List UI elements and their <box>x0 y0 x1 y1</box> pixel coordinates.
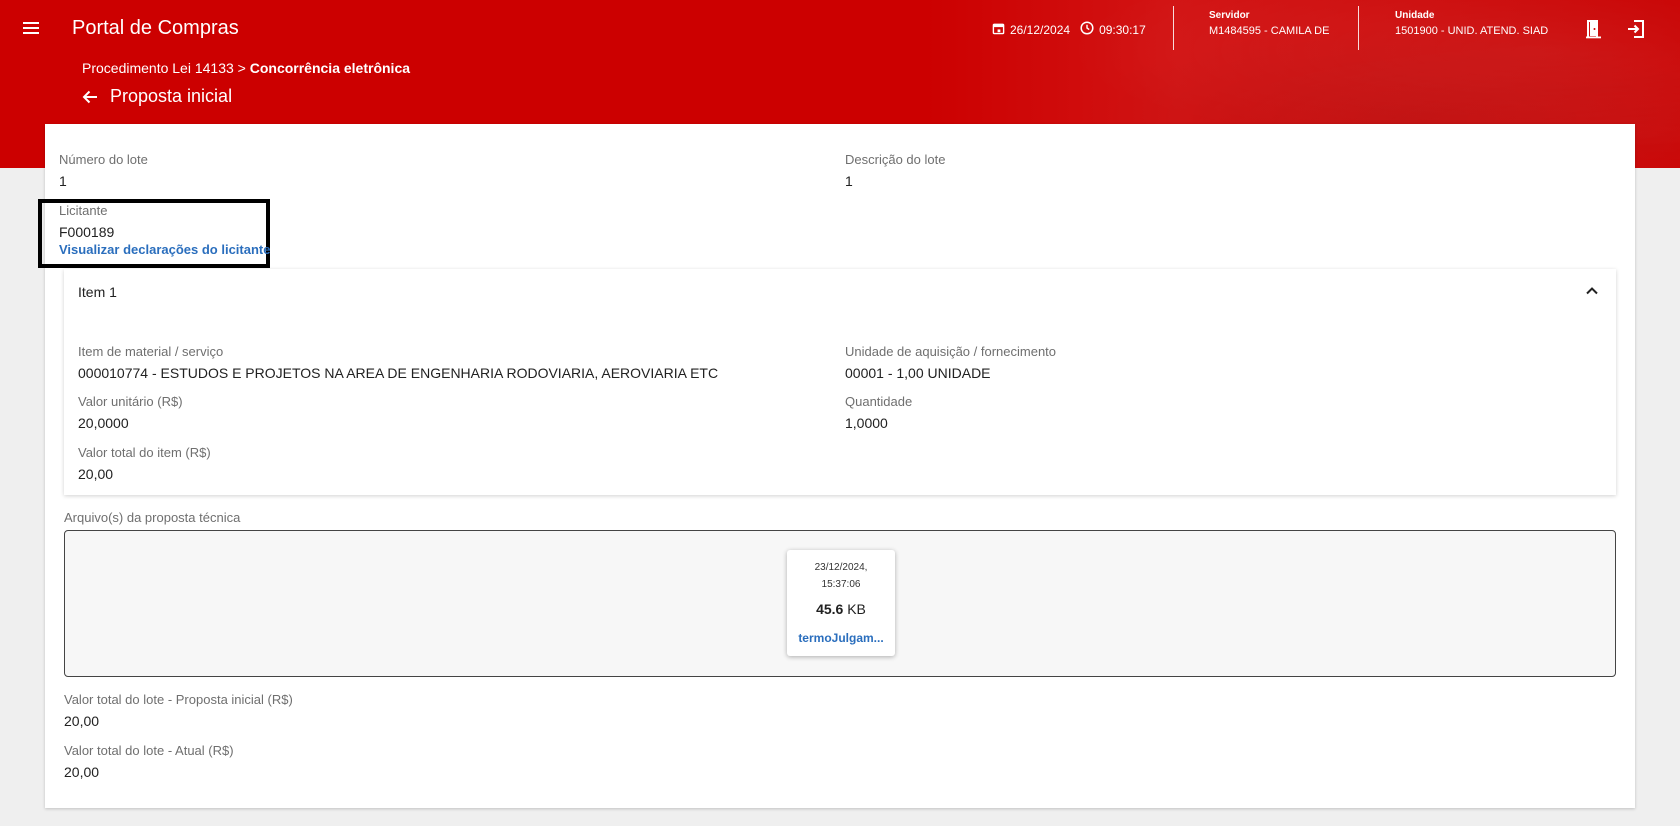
header-divider <box>1358 6 1359 50</box>
breadcrumb: Procedimento Lei 14133 > Concorrência el… <box>82 60 410 76</box>
chevron-up-icon[interactable] <box>1584 283 1600 299</box>
file-size-number: 45.6 <box>816 601 844 617</box>
files-label: Arquivo(s) da proposta técnica <box>64 510 241 525</box>
licitante-label: Licitante <box>59 203 108 218</box>
current-date: 26/12/2024 <box>1010 22 1071 37</box>
current-time: 09:30:17 <box>1099 22 1146 37</box>
calendar-icon <box>992 22 1010 38</box>
datetime: 26/12/2024 09:30:17 <box>992 21 1146 38</box>
file-size: 45.6 KB <box>787 601 895 617</box>
file-name-link[interactable]: termoJulgam... <box>787 631 895 645</box>
item-panel: Item 1 Item de material / serviço 000010… <box>64 269 1616 495</box>
valor-unitario-value: 20,0000 <box>78 415 129 431</box>
total-atual-value: 20,00 <box>64 764 100 780</box>
total-inicial-label: Valor total do lote - Proposta inicial (… <box>64 692 293 707</box>
logout-icon[interactable] <box>1625 18 1647 40</box>
breadcrumb-current: Concorrência eletrônica <box>249 60 411 76</box>
file-card[interactable]: 23/12/2024, 15:37:06 45.6 KB termoJulgam… <box>787 550 895 656</box>
material-value: 000010774 - ESTUDOS E PROJETOS NA AREA D… <box>78 365 719 381</box>
quantidade-value: 1,0000 <box>845 415 888 431</box>
unidade-aquisicao-label: Unidade de aquisição / fornecimento <box>845 344 1057 359</box>
unidade-value: 1501900 - UNID. ATEND. SIAD <box>1395 25 1549 37</box>
unidade-info: Unidade 1501900 - UNID. ATEND. SIAD <box>1395 10 1548 37</box>
total-inicial-value: 20,00 <box>64 713 100 729</box>
descricao-lote-value: 1 <box>845 173 853 189</box>
licitante-field: Licitante F000189 Visualizar declarações… <box>59 203 270 257</box>
total-atual-field: Valor total do lote - Atual (R$) 20,00 <box>64 743 234 780</box>
door-icon[interactable] <box>1583 18 1605 40</box>
material-label: Item de material / serviço <box>78 344 224 359</box>
unidade-aquisicao-value: 00001 - 1,00 UNIDADE <box>845 365 991 381</box>
descricao-lote-field: Descrição do lote 1 <box>845 152 945 189</box>
servidor-value: M1484595 - CAMILA DE <box>1209 25 1330 37</box>
page-title: Proposta inicial <box>110 86 233 106</box>
quantidade-field: Quantidade 1,0000 <box>845 394 912 431</box>
valor-unitario-field: Valor unitário (R$) 20,0000 <box>78 394 183 431</box>
total-atual-label: Valor total do lote - Atual (R$) <box>64 743 234 758</box>
app-title[interactable]: Portal de Compras <box>72 17 239 40</box>
proposal-card: Número do lote 1 Descrição do lote 1 Lic… <box>38 124 1635 808</box>
descricao-lote-label: Descrição do lote <box>845 152 946 167</box>
numero-lote-field: Número do lote 1 <box>59 152 148 189</box>
numero-lote-value: 1 <box>59 173 67 189</box>
menu-icon[interactable] <box>22 18 42 38</box>
declaracoes-link[interactable]: Visualizar declarações do licitante <box>59 242 270 257</box>
unidade-label: Unidade <box>1395 10 1435 21</box>
file-time: 15:37:06 <box>821 579 861 590</box>
valor-total-item-field: Valor total do item (R$) 20,00 <box>78 445 211 482</box>
page-heading: Proposta inicial <box>80 86 232 107</box>
servidor-info: Servidor M1484595 - CAMILA DE <box>1209 10 1329 37</box>
servidor-label: Servidor <box>1209 10 1250 21</box>
back-arrow-icon[interactable] <box>80 87 100 107</box>
clock-icon <box>1080 21 1099 38</box>
breadcrumb-parent[interactable]: Procedimento Lei 14133 > <box>82 60 246 76</box>
material-field: Item de material / serviço 000010774 - E… <box>78 344 718 381</box>
files-dropzone: 23/12/2024, 15:37:06 45.6 KB termoJulgam… <box>64 530 1616 677</box>
valor-unitario-label: Valor unitário (R$) <box>78 394 183 409</box>
file-size-unit: KB <box>847 601 866 617</box>
valor-total-item-value: 20,00 <box>78 466 114 482</box>
total-inicial-field: Valor total do lote - Proposta inicial (… <box>64 692 293 729</box>
file-date: 23/12/2024, <box>814 562 868 573</box>
header-divider <box>1173 6 1174 50</box>
item-title[interactable]: Item 1 <box>78 284 117 300</box>
valor-total-item-label: Valor total do item (R$) <box>78 445 211 460</box>
numero-lote-label: Número do lote <box>59 152 148 167</box>
licitante-value: F000189 <box>59 224 115 240</box>
quantidade-label: Quantidade <box>845 394 913 409</box>
unidade-aquisicao-field: Unidade de aquisição / fornecimento 0000… <box>845 344 1056 381</box>
top-bar: Portal de Compras 26/12/2024 09:30:17 Se… <box>0 0 1680 56</box>
